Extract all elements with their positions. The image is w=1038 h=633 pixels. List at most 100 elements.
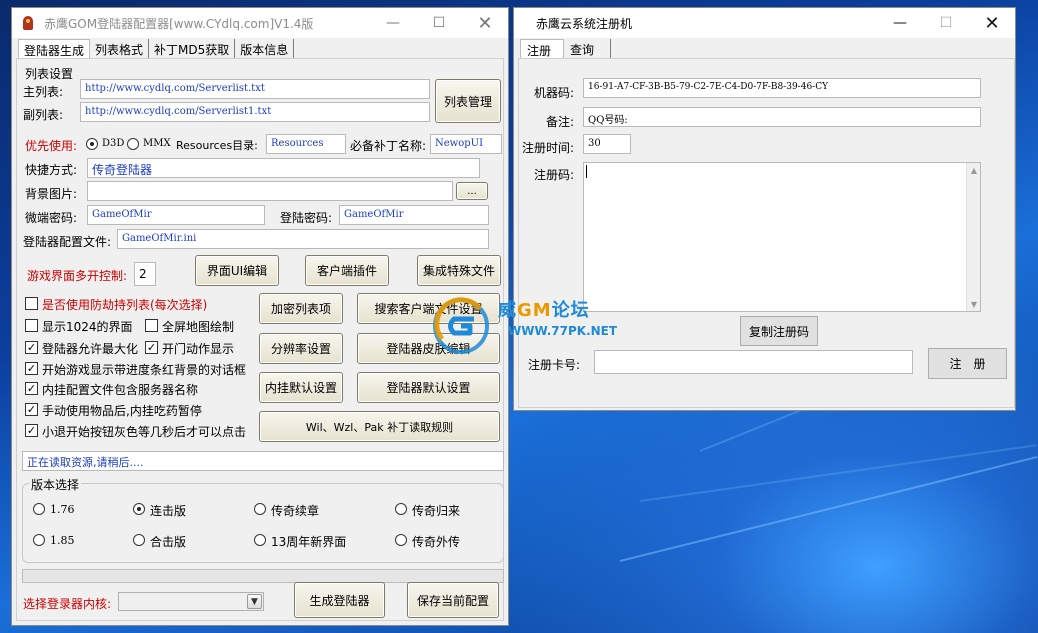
login-password-label: 登陆密码: [280, 211, 333, 225]
tab-query[interactable]: 查询 [564, 39, 612, 58]
version-13th-radio[interactable] [254, 534, 266, 546]
minimize-button[interactable]: — [877, 8, 923, 38]
list-manage-button[interactable]: 列表管理 [435, 79, 501, 123]
progress-dialog-checkbox[interactable]: ✓ [25, 362, 38, 375]
minimize-button[interactable]: — [370, 8, 416, 38]
copy-reg-code-button[interactable]: 复制注册码 [740, 316, 818, 346]
tab-patch-md5[interactable]: 补丁MD5获取 [149, 39, 236, 58]
client-plugin-button[interactable]: 客户端插件 [305, 255, 389, 286]
allow-maximize-checkbox[interactable]: ✓ [25, 341, 38, 354]
kernel-label: 选择登录器内核: [23, 597, 112, 611]
show-1024-label: 显示1024的界面 [42, 320, 133, 334]
progress-dialog-label: 开始游戏显示带进度条红背景的对话框 [42, 363, 247, 377]
tab-strip: 注册 查询 [520, 39, 612, 59]
save-config-button[interactable]: 保存当前配置 [407, 582, 499, 618]
logout-delay-checkbox[interactable]: ✓ [25, 424, 38, 437]
eagle-icon [20, 15, 36, 31]
ui-edit-button[interactable]: 界面UI编辑 [195, 255, 279, 286]
bg-image-input[interactable] [87, 181, 453, 201]
generate-button[interactable]: 生成登陆器 [294, 582, 385, 618]
patch-rules-button[interactable]: Wil、Wzl、Pak 补丁读取规则 [259, 411, 500, 442]
config-file-label: 登陆器配置文件: [23, 235, 112, 249]
status-field: 正在读取资源,请稍后.... [22, 451, 504, 471]
version-heji-radio[interactable] [133, 534, 145, 546]
show-1024-checkbox[interactable] [25, 319, 38, 332]
resources-input[interactable]: Resources [266, 134, 346, 154]
forum-watermark: 威GM论坛 WWW.77PK.NET [430, 290, 630, 360]
close-button[interactable]: ✕ [462, 8, 508, 38]
version-group-title: 版本选择 [29, 476, 82, 493]
title-bar[interactable]: 赤鹰云系统注册机 — ☐ ✕ [514, 8, 1015, 38]
reg-code-label: 注册码: [534, 168, 575, 182]
config-file-input[interactable]: GameOfMir.ini [117, 229, 489, 249]
version-176-radio[interactable] [33, 503, 45, 515]
login-password-input[interactable]: GameOfMir [339, 205, 489, 225]
version-xuzhang-label: 传奇续章 [271, 504, 320, 518]
window-title: 赤鹰GOM登陆器配置器[www.CYdlq.com]V1.4版 [44, 16, 314, 31]
version-lianji-radio[interactable] [133, 503, 145, 515]
chevron-down-icon[interactable]: ▼ [247, 594, 262, 609]
version-heji-label: 合击版 [150, 535, 187, 549]
remark-input[interactable]: QQ号码: [583, 107, 981, 127]
title-bar[interactable]: 赤鹰GOM登陆器配置器[www.CYdlq.com]V1.4版 — ☐ ✕ [12, 8, 508, 38]
tab-strip: 登陆器生成 列表格式 补丁MD5获取 版本信息 [18, 39, 295, 59]
encrypt-list-button[interactable]: 加密列表项 [259, 293, 343, 324]
shortcut-label: 快捷方式: [25, 163, 78, 177]
version-xuzhang-radio[interactable] [254, 503, 266, 515]
resources-label: Resources目录: [176, 139, 258, 152]
maximize-button[interactable]: ☐ [416, 8, 462, 38]
main-list-input[interactable]: http://www.cydlq.com/Serverlist.txt [80, 79, 430, 99]
shortcut-input[interactable]: 传奇登陆器 [87, 158, 480, 178]
fullscreen-map-checkbox[interactable] [145, 319, 158, 332]
version-waizhuan-radio[interactable] [395, 534, 407, 546]
tab-list-format[interactable]: 列表格式 [90, 39, 150, 58]
kernel-select[interactable]: ▼ [118, 592, 264, 611]
bg-image-label: 背景图片: [25, 187, 78, 201]
register-button[interactable]: 注 册 [928, 348, 1007, 379]
multi-open-label: 游戏界面多开控制: [27, 269, 128, 283]
micro-password-input[interactable]: GameOfMir [87, 205, 265, 225]
vertical-scrollbar[interactable]: ▲ ▼ [966, 163, 980, 311]
maximize-button[interactable]: ☐ [923, 8, 969, 38]
plugin-default-button[interactable]: 内挂默认设置 [259, 372, 343, 403]
machine-code-label: 机器码: [534, 86, 575, 100]
tab-register[interactable]: 注册 [520, 39, 565, 58]
priority-label: 优先使用: [25, 139, 78, 153]
sub-list-input[interactable]: http://www.cydlq.com/Serverlist1.txt [80, 102, 430, 122]
reg-time-input[interactable]: 30 [583, 134, 631, 154]
patch-label: 必备补丁名称: [350, 139, 427, 153]
tab-version-info[interactable]: 版本信息 [235, 39, 295, 58]
door-animation-checkbox[interactable]: ✓ [145, 341, 158, 354]
integrate-files-button[interactable]: 集成特殊文件 [417, 255, 501, 286]
anti-hijack-checkbox[interactable] [25, 297, 38, 310]
patch-input[interactable]: NewopUI [430, 134, 502, 154]
version-guilai-radio[interactable] [395, 503, 407, 515]
tab-generator[interactable]: 登陆器生成 [18, 39, 91, 58]
close-button[interactable]: ✕ [969, 8, 1015, 38]
version-lianji-label: 连击版 [150, 504, 187, 518]
version-waizhuan-label: 传奇外传 [412, 535, 461, 549]
progress-bar [22, 569, 504, 583]
login-default-button[interactable]: 登陆器默认设置 [357, 372, 500, 403]
pause-potion-checkbox[interactable]: ✓ [25, 403, 38, 416]
d3d-radio[interactable] [86, 138, 98, 150]
reg-code-textarea[interactable]: ▲ ▼ [583, 162, 981, 312]
scroll-up-icon[interactable]: ▲ [967, 163, 981, 177]
version-185-label: 1.85 [50, 534, 75, 547]
multi-open-input[interactable]: 2 [134, 262, 156, 286]
version-185-radio[interactable] [33, 534, 45, 546]
resolution-button[interactable]: 分辨率设置 [259, 333, 343, 364]
watermark-title: 威GM论坛 [498, 296, 590, 322]
mmx-radio[interactable] [127, 138, 139, 150]
watermark-title-a: 威 [498, 300, 517, 321]
forum-logo-icon [433, 297, 489, 354]
mmx-label: MMX [143, 138, 171, 149]
plugin-server-name-checkbox[interactable]: ✓ [25, 382, 38, 395]
logout-delay-label: 小退开始按钮灰色等几秒后才可以点击 [42, 425, 247, 439]
watermark-url: WWW.77PK.NET [508, 324, 618, 338]
browse-button[interactable]: ... [456, 182, 488, 200]
card-number-input[interactable] [594, 350, 913, 374]
scroll-down-icon[interactable]: ▼ [967, 297, 981, 311]
window-title: 赤鹰云系统注册机 [536, 16, 633, 31]
machine-code-input[interactable]: 16-91-A7-CF-3B-B5-79-C2-7E-C4-D0-7F-B8-3… [583, 78, 981, 98]
